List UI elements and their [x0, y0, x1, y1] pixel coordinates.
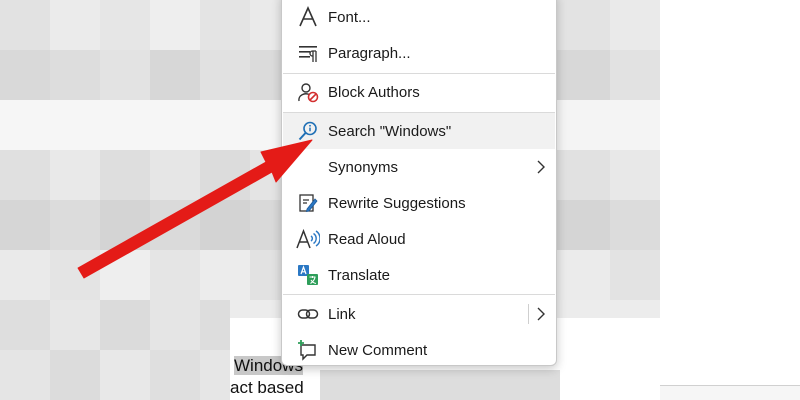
menu-item-new-comment[interactable]: New Comment	[283, 332, 555, 368]
menu-item-link[interactable]: Link	[283, 296, 555, 332]
chevron-right-icon[interactable]	[533, 306, 549, 322]
paragraph-icon	[296, 41, 320, 65]
document-line-2[interactable]: act based	[230, 378, 304, 398]
menu-item-paragraph[interactable]: Paragraph...	[283, 35, 555, 71]
status-bar-edge	[660, 385, 800, 400]
font-A-icon	[296, 5, 320, 29]
menu-item-label: Read Aloud	[328, 230, 406, 248]
menu-item-label: Rewrite Suggestions	[328, 194, 466, 212]
menu-item-label: Translate	[328, 266, 390, 284]
blurred-text-overlay	[320, 370, 560, 400]
submenu-divider	[528, 304, 529, 324]
menu-item-block-authors[interactable]: Block Authors	[283, 74, 555, 110]
menu-item-label: Block Authors	[328, 83, 420, 101]
rewrite-icon	[296, 191, 320, 215]
context-menu: Font... Paragraph... Block Authors Searc…	[281, 0, 557, 366]
document-line-2-text: act based	[230, 378, 304, 397]
menu-item-label: Paragraph...	[328, 44, 411, 62]
menu-item-rewrite-suggestions[interactable]: Rewrite Suggestions	[283, 185, 555, 221]
chevron-right-icon	[537, 160, 545, 174]
read-aloud-icon	[296, 227, 320, 251]
menu-item-synonyms[interactable]: Synonyms	[283, 149, 555, 185]
new-comment-icon	[296, 338, 320, 362]
menu-item-font[interactable]: Font...	[283, 0, 555, 35]
menu-item-search[interactable]: Search "Windows"	[283, 113, 555, 149]
menu-item-label: New Comment	[328, 341, 428, 359]
menu-item-read-aloud[interactable]: Read Aloud	[283, 221, 555, 257]
link-icon	[296, 302, 320, 326]
menu-item-label: Synonyms	[328, 158, 399, 176]
menu-item-label: Font...	[328, 8, 371, 26]
menu-item-label: Search "Windows"	[328, 122, 452, 140]
translate-icon	[296, 263, 320, 287]
menu-separator	[283, 294, 555, 295]
menu-item-translate[interactable]: Translate	[283, 257, 555, 293]
screenshot-stage: Windows act based Font... Paragraph... B…	[0, 0, 800, 400]
block-authors-icon	[296, 80, 320, 104]
menu-item-label: Link	[328, 305, 356, 323]
search-info-icon	[296, 119, 320, 143]
